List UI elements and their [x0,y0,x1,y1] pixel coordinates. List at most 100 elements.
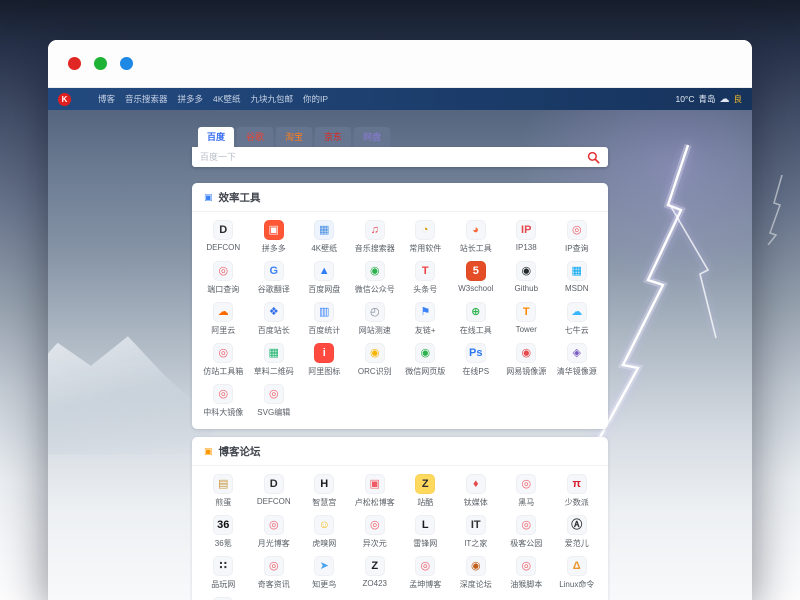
site-link[interactable]: D DEFCON [198,220,249,254]
site-link[interactable]: ◕ 站长工具 [451,220,502,254]
site-link[interactable]: 5 W3school [451,261,502,295]
site-link[interactable]: ◎ 仿站工具箱 [198,343,249,377]
site-link[interactable]: ◉ ORC识别 [350,343,401,377]
site-link[interactable]: T Tower [501,302,552,336]
site-label: 在线PS [462,366,489,377]
site-link[interactable]: ◎ 奇客资讯 [249,556,300,590]
search-engine-tab[interactable]: 淘宝 [276,127,312,147]
site-icon: ▣ [365,474,385,494]
site-link[interactable]: ◎ 极客公园 [501,515,552,549]
nav-link[interactable]: 拼多多 [178,93,204,105]
site-link[interactable]: ◎ 月光博客 [249,515,300,549]
site-icon: ▣ [264,220,284,240]
site-link[interactable]: H 智慧宫 [299,474,350,508]
site-link[interactable]: ▥ 百度统计 [299,302,350,336]
search-engine-tab[interactable]: 谷歌 [237,127,273,147]
nav-link[interactable]: 九块九包邮 [250,93,293,105]
site-link[interactable]: ◎ 中科大镜像 [198,384,249,418]
site-label: 钛媒体 [464,497,488,508]
site-link[interactable]: ▦ MSDN [552,261,603,295]
search-engine-tab[interactable]: 百度 [198,127,234,147]
site-link[interactable]: ▦ 4K壁纸 [299,220,350,254]
window-minimize-button[interactable] [94,57,107,70]
site-link[interactable]: ◎ 黑马 [501,474,552,508]
site-link[interactable]: ◉ 网易镜像源 [501,343,552,377]
site-link[interactable]: ◎ 油猴脚本 [501,556,552,590]
site-icon: ◉ [415,343,435,363]
site-icon: T [415,261,435,281]
site-icon: L [415,515,435,535]
section-icon: ▣ [204,446,213,457]
site-link[interactable]: ◔ 常用软件 [400,220,451,254]
site-link[interactable]: ▲ 百度网盘 [299,261,350,295]
nav-link[interactable]: 博客 [98,93,115,105]
site-link[interactable]: π 少数派 [552,474,603,508]
site-icon: ◔ [415,220,435,240]
site-link[interactable]: ◉ 微信公众号 [350,261,401,295]
site-label: 网易镜像源 [506,366,546,377]
site-link[interactable]: D DEFCON [249,474,300,508]
site-link[interactable]: ◴ 网站测速 [350,302,401,336]
site-link[interactable]: ∷ 品玩网 [198,556,249,590]
site-icon: π [567,474,587,494]
site-link[interactable]: 36 36氪 [198,515,249,549]
window-maximize-button[interactable] [120,57,133,70]
search-engine-tab[interactable]: 网盘 [354,127,390,147]
site-link[interactable]: ▣ 卢松松博客 [350,474,401,508]
site-link[interactable]: ◉ 微信网页版 [400,343,451,377]
nav-link[interactable]: 音乐搜索器 [125,93,168,105]
site-icon: ∷ [213,556,233,576]
site-link[interactable]: ❖ 百度站长 [249,302,300,336]
site-link[interactable]: Ps 在线PS [451,343,502,377]
site-icon: D [213,220,233,240]
site-link[interactable]: ◉ 深度论坛 [451,556,502,590]
section-card-blogs: ▣ 博客论坛 ▤ 煎蛋 D DEFCON H 智慧宫 [192,437,608,600]
site-link[interactable]: ▤ 煎蛋 [198,474,249,508]
site-link[interactable]: Z ZO423 [350,556,401,590]
site-link[interactable]: ◈ 清华镜像源 [552,343,603,377]
site-link[interactable]: ⚑ 友链+ [400,302,451,336]
site-navbar: K 博客音乐搜索器拼多多4K壁纸九块九包邮你的IP 10°C 青岛 ☁ 良 [48,88,752,110]
site-label: 中科大镜像 [203,407,243,418]
search-input[interactable] [200,152,587,162]
search-icon [587,151,600,164]
site-link[interactable]: ☺ 虎嗅网 [299,515,350,549]
site-icon: ◎ [415,556,435,576]
site-link[interactable]: ♫ 音乐搜索器 [350,220,401,254]
site-link[interactable]: IT IT之家 [451,515,502,549]
site-link[interactable]: ◎ 孟坤博客 [400,556,451,590]
site-link[interactable]: T 头条号 [400,261,451,295]
site-logo[interactable]: K [58,93,71,106]
site-link[interactable]: ◎ IP查询 [552,220,603,254]
site-link[interactable]: Ⓐ 爱范儿 [552,515,603,549]
site-link[interactable]: ◉ Github [501,261,552,295]
site-link[interactable]: ☁ 阿里云 [198,302,249,336]
site-icon: i [314,343,334,363]
site-link[interactable]: ◎ 端口查询 [198,261,249,295]
site-link[interactable]: ◎ 异次元 [350,515,401,549]
window-close-button[interactable] [68,57,81,70]
site-link[interactable]: Δ Linux命令 [552,556,603,590]
site-label: 奇客资讯 [258,579,290,590]
nav-link[interactable]: 你的IP [303,93,328,105]
site-link[interactable]: Z 站酷 [400,474,451,508]
site-label: 智慧宫 [312,497,336,508]
site-link[interactable]: ◎ SVG编辑 [249,384,300,418]
site-link[interactable]: ▣ 拼多多 [249,220,300,254]
site-link[interactable]: ▦ 草料二维码 [249,343,300,377]
site-link[interactable]: G 谷歌翻译 [249,261,300,295]
site-link[interactable]: ⊕ 在线工具 [451,302,502,336]
site-label: ZO423 [363,579,387,588]
site-link[interactable]: ➤ 知更鸟 [299,556,350,590]
site-link[interactable]: L 雷锋网 [400,515,451,549]
site-label: IP138 [516,243,537,252]
search-button[interactable] [587,151,600,164]
site-label: 阿里图标 [308,366,340,377]
search-engine-tab[interactable]: 京东 [315,127,351,147]
site-link[interactable]: ♦ 钛媒体 [451,474,502,508]
site-link[interactable]: i 阿里图标 [299,343,350,377]
nav-link[interactable]: 4K壁纸 [213,93,240,105]
site-label: 36氪 [215,538,232,549]
site-link[interactable]: IP IP138 [501,220,552,254]
site-link[interactable]: ☁ 七牛云 [552,302,603,336]
